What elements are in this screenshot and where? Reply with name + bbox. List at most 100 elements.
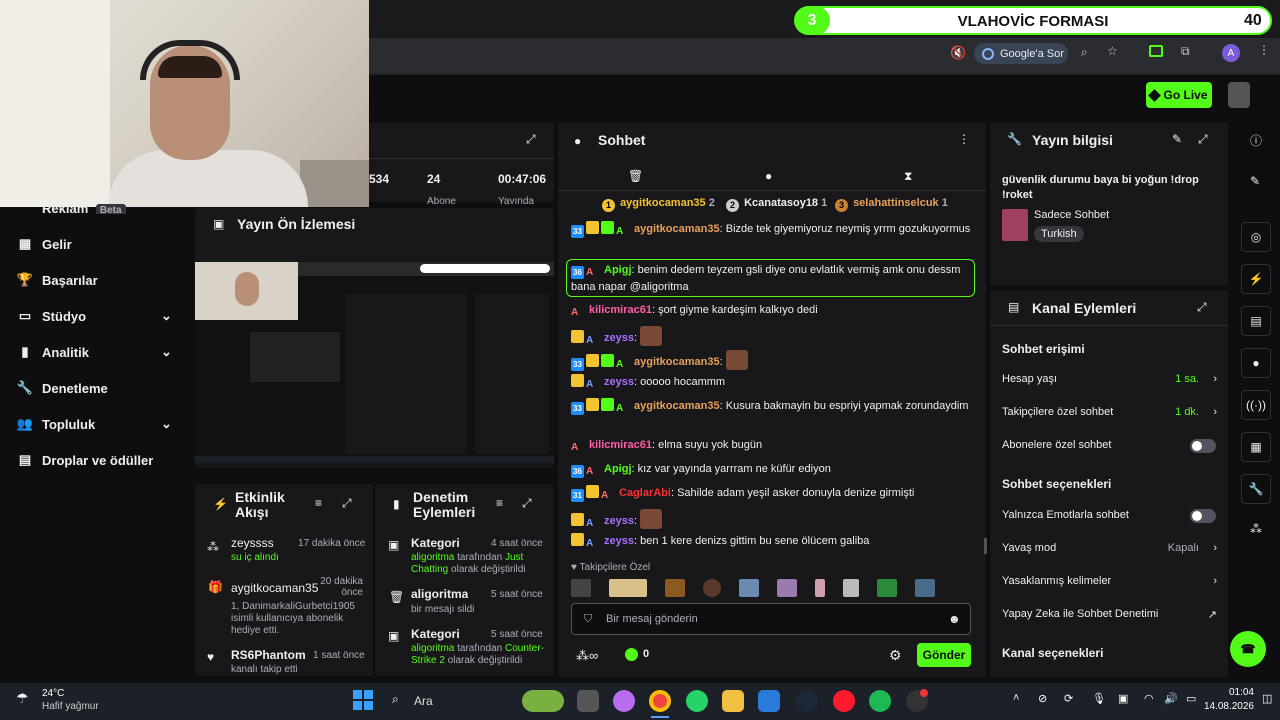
sidebar-item-ads[interactable]: Reklam Beta [42,201,126,214]
copilot-icon[interactable] [613,690,635,712]
taskbar-search[interactable]: Ara [414,694,433,708]
profile-avatar[interactable]: A [1222,44,1240,62]
filter-icon[interactable]: ≡ [496,496,503,510]
sidebar-item-analytics[interactable]: ▮ Analitik ⌄ [16,342,171,362]
expand-info-icon[interactable]: ⤢ [1198,132,1208,147]
sidebar-item-studio[interactable]: ▭ Stüdyo ⌄ [16,306,172,326]
microphone-icon[interactable]: 🎙 [1092,692,1106,705]
emote-only-toggle[interactable] [1190,509,1216,523]
sidebar-item-moderation[interactable]: 🔧 Denetleme [16,378,108,398]
emote-item[interactable] [915,579,935,597]
clock-date[interactable]: 14.08.2026 [1196,701,1254,712]
emote-item[interactable] [571,579,591,597]
support-button[interactable]: ☎ [1230,631,1266,667]
file-explorer-icon[interactable] [722,690,744,712]
camera-button[interactable]: ◎ [1241,222,1271,252]
info-icon[interactable]: ⓘ [1250,132,1262,149]
sidebar-item-drops[interactable]: ▤ Droplar ve ödüller [16,450,153,470]
chat-username[interactable]: CaglarAbi [619,487,671,499]
edit-icon[interactable]: ✎ [1172,132,1182,146]
emote-item[interactable] [777,579,797,597]
notification-icon[interactable]: ◫ [1262,692,1272,705]
chat-message[interactable]: Akilicmirac61: elma suyu yok bugün [571,437,976,453]
pencil-icon[interactable]: ✎ [1250,174,1260,188]
emote-item[interactable] [665,579,685,597]
expand-mod-icon[interactable]: ⤢ [522,496,532,511]
opera-icon[interactable] [833,690,855,712]
zoom-icon[interactable]: ⌕ [1081,45,1088,60]
clock-time[interactable]: 01:04 [1202,687,1254,698]
whatsapp-icon[interactable] [686,690,708,712]
chat-username[interactable]: zeyss [604,332,634,344]
points-icon[interactable]: ⁂∞ [576,648,598,664]
bookmark-star-icon[interactable]: ☆ [1107,44,1118,58]
tray-chevron-up-icon[interactable]: ˄ [1013,692,1019,704]
broadcast-button[interactable]: ((·)) [1241,390,1271,420]
steam-icon[interactable] [796,690,818,712]
puzzle-icon[interactable]: ⧉ [1181,44,1190,59]
search-icon[interactable]: ⌕ [392,692,399,707]
extension-icon[interactable] [1149,45,1163,57]
trash-icon[interactable]: 🗑 [628,169,643,183]
emote-item[interactable] [609,579,647,597]
menu-kebab-icon[interactable]: ⋮ [1258,43,1270,57]
chat-message[interactable]: 36 A Apigj: kız var yayında yarrram ne küf… [571,461,976,478]
emote-bar[interactable] [571,579,971,599]
emote-item[interactable] [877,579,897,597]
sidebar-item-revenue[interactable]: ▦ Gelir [16,234,72,254]
windows-start-icon[interactable] [353,690,373,710]
chat-username[interactable]: aygitkocaman35 [634,400,720,412]
emote-item[interactable] [843,579,859,597]
emoji-icon[interactable]: ☻ [948,612,961,626]
subs-only-toggle[interactable] [1190,439,1216,453]
chat-message[interactable]: 31 A CaglarAbi: Sahilde adam yeşil asker d… [571,485,976,502]
slow-mode-row[interactable]: Yavaş mod Kapalı › [1002,542,1217,554]
drops-icon[interactable]: ⁂ [1250,522,1262,536]
chat-username[interactable]: zeyss [604,535,634,547]
ai-moderation-row[interactable]: Yapay Zeka ile Sohbet Denetimi ↗ [1002,608,1217,621]
layout-button[interactable]: ▦ [1241,432,1271,462]
user-avatar[interactable] [1228,82,1250,108]
chat-message[interactable]: 33 Aaygitkocaman35: Kusura bakmayin bu es… [571,398,976,415]
chat-message[interactable]: Azeyss: [571,509,976,529]
chat-username[interactable]: zeyss [604,515,634,527]
chrome-icon[interactable] [649,690,671,712]
chat-message[interactable]: Akilicmirac61: şort giyme kardeşim kalkı… [571,302,976,318]
volume-icon[interactable]: 🔊 [1164,692,1178,705]
followers-only-row[interactable]: Takipçilere özel sohbet 1 dk. › [1002,406,1217,418]
task-view-icon[interactable] [577,690,599,712]
send-button[interactable]: Gönder [917,643,971,667]
expand-activity-icon[interactable]: ⤢ [342,496,352,511]
sidebar-item-achievements[interactable]: 🏆 Başarılar [16,270,98,290]
chat-username[interactable]: kilicmirac61 [589,439,652,451]
emote-item[interactable] [703,579,721,597]
chat-message[interactable]: Azeyss: [571,326,976,346]
chat-bubble-icon[interactable]: ● [765,169,772,183]
chat-username[interactable]: zeyss [604,376,634,388]
language-tag[interactable]: Turkish [1034,226,1084,242]
chat-menu-icon[interactable]: ⋮ [958,132,970,146]
chat-username[interactable]: aygitkocaman35 [634,356,720,368]
chat-scrollbar[interactable] [984,538,987,554]
chat-message[interactable]: Azeyss: ooooo hocammm [571,374,976,390]
google-ask-button[interactable]: Google'a Sor [974,43,1068,64]
wrench-button[interactable]: 🔧 [1241,474,1271,504]
wifi-icon[interactable]: ◠ [1144,692,1154,705]
expand-actions-icon[interactable]: ⤢ [1197,300,1207,315]
chat-button[interactable]: ● [1241,348,1271,378]
chat-username[interactable]: aygitkocaman35 [634,223,720,235]
clipboard-button[interactable]: ▤ [1241,306,1271,336]
go-live-button[interactable]: Go Live [1146,82,1212,108]
chat-message[interactable]: Azeyss: ben 1 kere denizs gittim bu sene… [571,533,976,549]
spotify-icon[interactable] [869,690,891,712]
chat-message[interactable]: 33 Aaygitkocaman35: Bizde tek giyemiyoruz… [571,221,976,238]
emote-item[interactable] [739,579,759,597]
chat-message[interactable]: 36 A Apigj: benim dedem teyzem gsli diye o… [571,262,976,295]
chat-username[interactable]: Apigj [604,463,632,475]
hourglass-icon[interactable]: ⧗ [904,169,912,184]
chat-username[interactable]: Apigj [604,264,632,276]
expand-stats-icon[interactable]: ⤢ [526,132,536,147]
sidebar-item-community[interactable]: 👥 Topluluk ⌄ [16,414,172,434]
mute-icon[interactable]: 🔇 [950,45,966,61]
tray-app-icon[interactable]: ▣ [1118,692,1128,705]
